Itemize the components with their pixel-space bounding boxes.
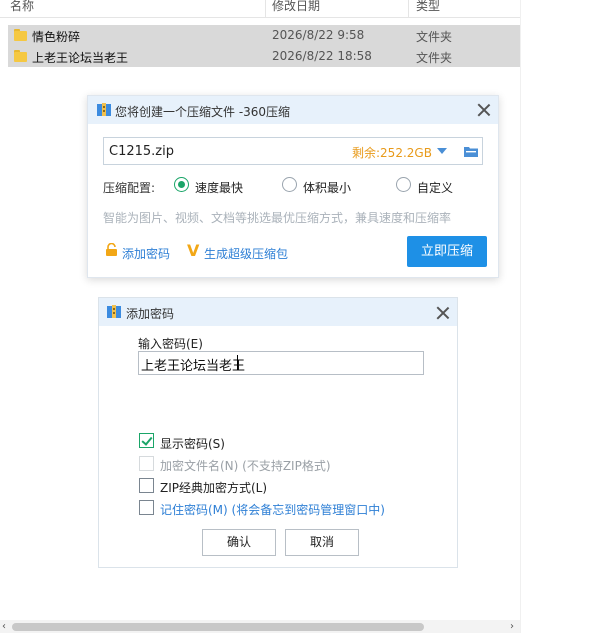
column-header: 名称 修改日期 类型 bbox=[0, 0, 520, 18]
file-name: 上老王论坛当老王 bbox=[32, 51, 129, 65]
show-password-checkbox[interactable] bbox=[139, 433, 154, 448]
column-date[interactable]: 修改日期 bbox=[272, 0, 320, 14]
radio-smallest[interactable] bbox=[282, 177, 297, 192]
compress-hint: 智能为图片、视频、文档等挑选最优压缩方式，兼具速度和压缩率 bbox=[103, 211, 452, 225]
column-type[interactable]: 类型 bbox=[416, 0, 440, 14]
option-smallest-label[interactable]: 体积最小 bbox=[303, 179, 351, 196]
free-space-label: 剩余:252.2GB bbox=[352, 146, 432, 160]
lock-icon bbox=[106, 243, 117, 256]
show-password-label[interactable]: 显示密码(S) bbox=[160, 435, 225, 452]
add-password-link[interactable]: 添加密码 bbox=[122, 245, 170, 262]
radio-fastest[interactable] bbox=[174, 177, 189, 192]
column-separator[interactable] bbox=[265, 0, 266, 18]
file-row[interactable]: 情色粉碎 2026/8/22 9:58 文件夹 bbox=[8, 25, 520, 46]
right-pane bbox=[520, 0, 602, 633]
cancel-button[interactable]: 取消 bbox=[285, 529, 359, 556]
folder-icon bbox=[14, 29, 27, 41]
column-name[interactable]: 名称 bbox=[10, 0, 34, 14]
archive-icon bbox=[97, 103, 111, 116]
remember-password-checkbox[interactable] bbox=[139, 500, 154, 515]
file-row[interactable]: 上老王论坛当老王 2026/8/22 18:58 文件夹 bbox=[8, 46, 520, 67]
super-pack-link[interactable]: 生成超级压缩包 bbox=[204, 245, 288, 262]
password-input[interactable]: 上老王论坛当老王 bbox=[138, 351, 424, 375]
file-date: 2026/8/22 9:58 bbox=[272, 28, 365, 42]
password-dialog-title: 添加密码 bbox=[126, 307, 175, 321]
zip-classic-checkbox[interactable] bbox=[139, 478, 154, 493]
text-caret bbox=[237, 355, 238, 370]
scroll-right-arrow[interactable]: › bbox=[510, 620, 514, 633]
close-icon[interactable] bbox=[436, 306, 450, 320]
compress-config-label: 压缩配置: bbox=[103, 181, 156, 195]
file-type: 文件夹 bbox=[416, 51, 453, 65]
password-input-label: 输入密码(E) bbox=[138, 337, 203, 351]
column-separator[interactable] bbox=[408, 0, 409, 18]
zip-classic-label[interactable]: ZIP经典加密方式(L) bbox=[160, 479, 267, 496]
ok-button[interactable]: 确认 bbox=[202, 529, 276, 556]
file-name: 情色粉碎 bbox=[32, 30, 81, 44]
add-password-dialog: 添加密码 输入密码(E) 上老王论坛当老王 显示密码(S) 加密文件名(N) (… bbox=[98, 297, 458, 568]
option-custom-label[interactable]: 自定义 bbox=[417, 179, 453, 196]
radio-custom[interactable] bbox=[396, 177, 411, 192]
compress-dialog: 您将创建一个压缩文件 -360压缩 C1215.zip 剩余:252.2GB 压… bbox=[87, 95, 499, 278]
archive-filename[interactable]: C1215.zip bbox=[109, 144, 174, 159]
close-icon[interactable] bbox=[477, 103, 491, 117]
password-value[interactable]: 上老王论坛当老王 bbox=[141, 355, 245, 374]
folder-icon bbox=[14, 50, 27, 62]
compress-dialog-title: 您将创建一个压缩文件 -360压缩 bbox=[115, 105, 291, 119]
encrypt-filenames-checkbox bbox=[139, 456, 154, 471]
file-type: 文件夹 bbox=[416, 30, 453, 44]
v-badge-icon: V bbox=[187, 241, 200, 260]
chevron-down-icon[interactable] bbox=[437, 148, 447, 154]
password-titlebar[interactable]: 添加密码 bbox=[99, 298, 457, 326]
horizontal-scrollbar[interactable]: ‹ › bbox=[0, 620, 520, 633]
file-date: 2026/8/22 18:58 bbox=[272, 49, 372, 63]
compress-now-button[interactable]: 立即压缩 bbox=[407, 236, 487, 267]
compress-titlebar[interactable]: 您将创建一个压缩文件 -360压缩 bbox=[88, 96, 498, 124]
folder-browse-icon[interactable] bbox=[464, 146, 478, 157]
archive-path-field[interactable]: C1215.zip 剩余:252.2GB bbox=[103, 137, 483, 165]
encrypt-filenames-label: 加密文件名(N) (不支持ZIP格式) bbox=[160, 459, 331, 473]
scrollbar-thumb[interactable] bbox=[12, 623, 424, 631]
archive-icon bbox=[107, 305, 121, 318]
remember-password-label[interactable]: 记住密码(M) (将会备忘到密码管理窗口中) bbox=[160, 501, 385, 518]
scroll-left-arrow[interactable]: ‹ bbox=[2, 620, 6, 633]
option-fastest-label[interactable]: 速度最快 bbox=[195, 179, 243, 196]
